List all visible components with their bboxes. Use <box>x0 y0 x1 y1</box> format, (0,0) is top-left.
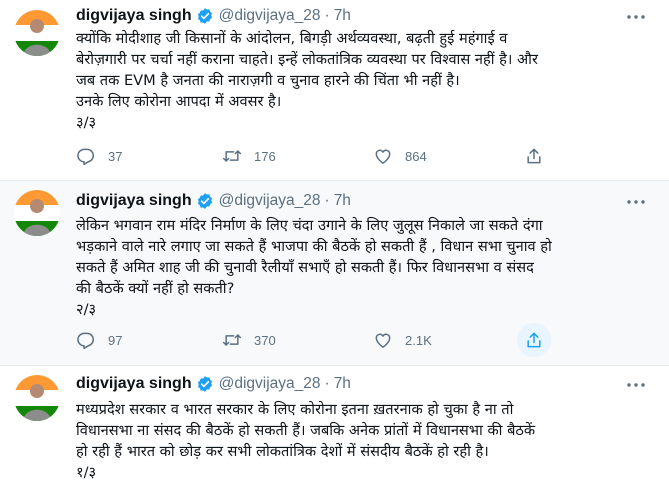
timestamp[interactable]: 7h <box>334 375 351 393</box>
like-icon <box>375 149 391 164</box>
tweet-text-line: क्योंकि मोदीशाह जी किसानों के आंदोलन, बि… <box>76 30 508 47</box>
more-options-icon[interactable] <box>625 376 647 394</box>
author-handle[interactable]: @digvijaya_28 <box>219 375 321 393</box>
tweet-actions: 97 370 2.1K <box>76 323 576 357</box>
author-name[interactable]: digvijaya singh <box>76 7 192 25</box>
separator-dot: · <box>324 375 330 392</box>
verified-badge-icon <box>197 8 212 24</box>
verified-badge-icon <box>197 376 212 392</box>
thread-number: १/३ <box>76 464 97 481</box>
tweet-text-line: सकते हैं अमित शाह जी की चुनावी रैलीयाँ स… <box>76 259 534 276</box>
like-button[interactable]: 864 <box>373 145 427 167</box>
retweet-icon <box>222 150 242 162</box>
thread-number: २/३ <box>76 301 97 318</box>
more-options-icon[interactable] <box>625 193 647 211</box>
timestamp[interactable]: 7h <box>334 192 351 210</box>
tweet[interactable]: digvijaya singh @digvijaya_28 · 7h लेकिन… <box>0 181 669 365</box>
reply-button[interactable]: 37 <box>76 145 122 167</box>
retweet-count: 176 <box>254 148 276 164</box>
tweet-text: लेकिन भगवान राम मंदिर निर्माण के लिए चंद… <box>76 215 646 320</box>
tweet[interactable]: digvijaya singh @digvijaya_28 · 7h मध्यप… <box>0 366 669 497</box>
thread-number: ३/३ <box>76 114 97 131</box>
tweet-text-line: बेरोज़गारी पर चर्चा नहीं कराना चाहते। इन… <box>76 51 538 68</box>
tweet-text-line: लेकिन भगवान राम मंदिर निर्माण के लिए चंद… <box>76 217 543 234</box>
share-icon <box>527 148 541 164</box>
like-count: 864 <box>405 148 427 164</box>
share-button[interactable] <box>524 145 544 167</box>
tweet-text-line: मध्यप्रदेश सरकार व भारत सरकार के लिए कोर… <box>76 401 514 418</box>
tweet-text-line: जब तक EVM है जनता की नाराज़गी व चुनाव हा… <box>76 72 460 89</box>
share-button[interactable] <box>524 329 544 351</box>
tweet-text-line: उनके लिए कोरोना आपदा में अवसर है। <box>76 93 282 110</box>
more-options-icon[interactable] <box>625 8 647 26</box>
like-count: 2.1K <box>405 332 432 348</box>
tweet-text-line: विधानसभा ना संसद की बैठकें हो सकती हैं। … <box>76 422 536 439</box>
author-handle[interactable]: @digvijaya_28 <box>219 7 321 25</box>
avatar[interactable] <box>14 375 60 421</box>
reply-icon <box>77 332 95 350</box>
tweet-text-line: की बैठकें क्यों नहीं हो सकती? <box>76 280 235 297</box>
verified-badge-icon <box>197 193 212 209</box>
avatar[interactable] <box>14 190 60 236</box>
separator-dot: · <box>324 192 330 209</box>
reply-count: 37 <box>108 148 123 164</box>
tweet-text-line: हो रही हैं भारत को छोड़ कर सभी लोकतांत्र… <box>76 443 489 460</box>
author-name[interactable]: digvijaya singh <box>76 192 192 210</box>
like-button[interactable]: 2.1K <box>373 329 432 351</box>
like-icon <box>375 333 391 348</box>
retweet-count: 370 <box>254 332 276 348</box>
reply-count: 97 <box>108 332 123 348</box>
tweet-text: मध्यप्रदेश सरकार व भारत सरकार के लिए कोर… <box>76 399 646 483</box>
avatar[interactable] <box>14 10 60 56</box>
share-icon <box>527 332 541 348</box>
timestamp[interactable]: 7h <box>334 7 351 25</box>
reply-button[interactable]: 97 <box>76 329 122 351</box>
tweet-actions: 37 176 864 <box>76 145 576 167</box>
retweet-button[interactable]: 370 <box>222 329 276 351</box>
author-handle[interactable]: @digvijaya_28 <box>219 192 321 210</box>
retweet-button[interactable]: 176 <box>222 145 276 167</box>
retweet-icon <box>222 334 242 346</box>
tweet-text: क्योंकि मोदीशाह जी किसानों के आंदोलन, बि… <box>76 28 646 133</box>
tweet[interactable]: digvijaya singh @digvijaya_28 · 7h क्यों… <box>0 0 669 180</box>
tweet-text-line: भड़काने वाले नारे लगाए जा सकते हैं भाजपा… <box>76 238 552 255</box>
author-name[interactable]: digvijaya singh <box>76 375 192 393</box>
separator-dot: · <box>324 7 330 24</box>
reply-icon <box>77 148 95 166</box>
